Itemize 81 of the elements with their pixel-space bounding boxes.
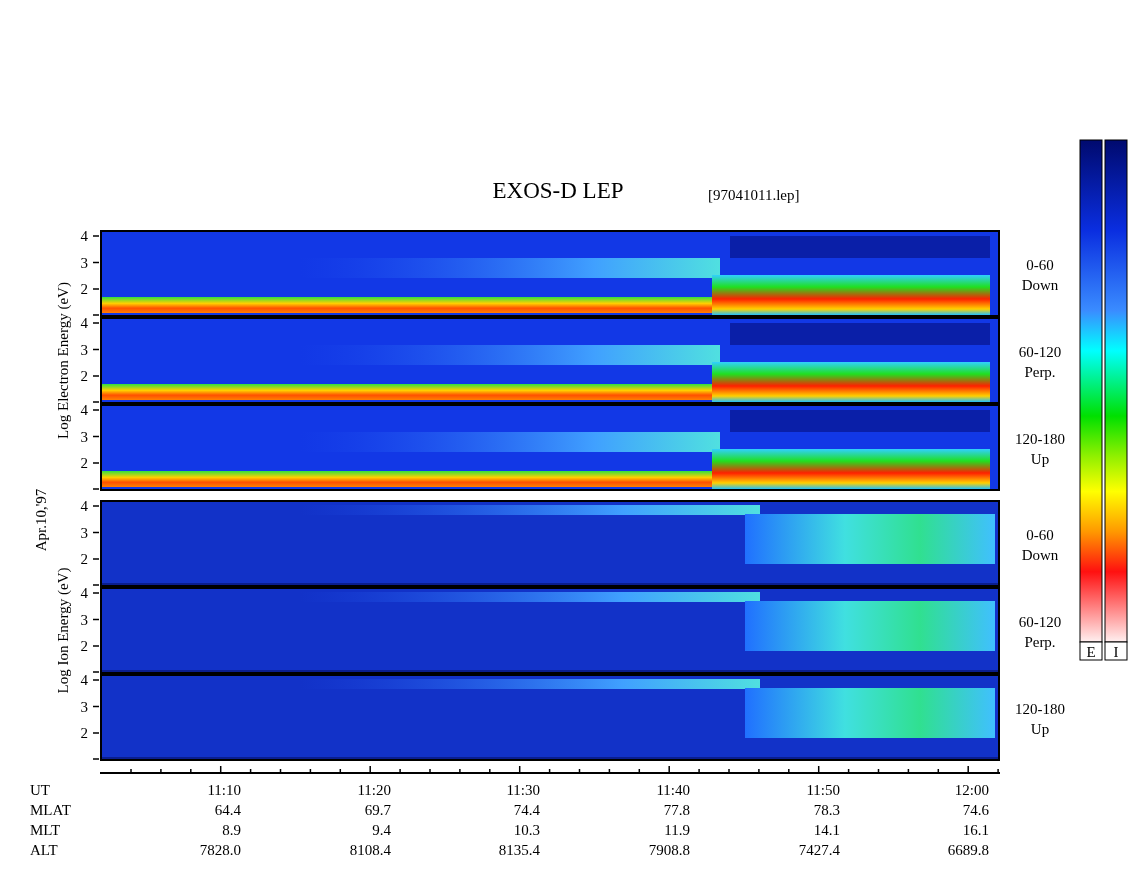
y-tick-label: 2 bbox=[80, 725, 88, 741]
color-scale-label: I bbox=[1113, 644, 1119, 660]
tick-mark bbox=[92, 618, 100, 621]
tick-mark bbox=[92, 375, 100, 377]
axis-value: 77.8 bbox=[663, 802, 690, 818]
tick-mark bbox=[92, 488, 100, 490]
axis-value: 11:40 bbox=[656, 782, 690, 798]
tick-mark bbox=[92, 705, 100, 708]
axis-value: 74.4 bbox=[513, 802, 540, 818]
y-tick-label: 4 bbox=[80, 315, 88, 331]
axis-value: 11:20 bbox=[357, 782, 391, 798]
y-tick-label: 2 bbox=[80, 455, 88, 471]
axis-value: 10.3 bbox=[513, 822, 540, 838]
row-label: MLAT bbox=[30, 802, 71, 818]
tick-mark bbox=[92, 732, 100, 734]
axis-value: 16.1 bbox=[962, 822, 989, 838]
pitch-angle-label: 120-180 bbox=[1015, 701, 1065, 717]
y-tick-label: 3 bbox=[80, 611, 88, 628]
axis-value: 74.6 bbox=[962, 802, 989, 818]
y-tick-label: 4 bbox=[80, 228, 88, 244]
row-label: MLT bbox=[30, 822, 61, 838]
tick-mark bbox=[92, 261, 100, 264]
direction-label: Up bbox=[1030, 451, 1050, 467]
tick-mark bbox=[92, 645, 100, 647]
axis-value: 8135.4 bbox=[498, 842, 540, 858]
y-tick-label: 2 bbox=[80, 281, 88, 297]
axis-value: 7908.8 bbox=[648, 842, 690, 858]
y-tick-label: 4 bbox=[80, 672, 88, 688]
y-tick-label: 2 bbox=[80, 638, 88, 654]
date-label: Apr.10,'97 bbox=[33, 488, 49, 552]
axis-value: 78.3 bbox=[813, 802, 840, 818]
y-tick-label: 2 bbox=[80, 368, 88, 384]
tick-mark bbox=[92, 235, 100, 237]
plot-title: EXOS-D LEP bbox=[492, 178, 624, 203]
tick-mark bbox=[92, 505, 100, 507]
axis-value: 7828.0 bbox=[199, 842, 241, 858]
pitch-angle-label: 60-120 bbox=[1018, 614, 1062, 630]
axis-value: 8.9 bbox=[222, 822, 241, 838]
y-tick-label: 4 bbox=[80, 498, 88, 514]
file-name: [97041011.lep] bbox=[708, 187, 800, 203]
axis-value: 11:10 bbox=[207, 782, 241, 798]
direction-label: Down bbox=[1021, 277, 1059, 293]
pitch-angle-label: 0-60 bbox=[1026, 527, 1054, 543]
y-tick-label: 3 bbox=[80, 428, 88, 445]
tick-mark bbox=[92, 558, 100, 560]
tick-mark bbox=[92, 758, 100, 760]
tick-mark bbox=[92, 348, 100, 351]
direction-label: Up bbox=[1030, 721, 1050, 737]
y-tick-label: 3 bbox=[80, 341, 88, 358]
axis-value: 69.7 bbox=[364, 802, 391, 818]
y-axis-label: Log Electron Energy (eV) bbox=[55, 282, 71, 439]
row-label: UT bbox=[30, 782, 50, 798]
y-tick-label: 2 bbox=[80, 551, 88, 567]
axis-value: 8108.4 bbox=[349, 842, 391, 858]
pitch-angle-label: 120-180 bbox=[1015, 431, 1065, 447]
direction-label: Perp. bbox=[1024, 364, 1056, 380]
y-tick-label: 3 bbox=[80, 698, 88, 715]
direction-label: Down bbox=[1021, 547, 1059, 563]
axis-value: 11.9 bbox=[664, 822, 690, 838]
axis-value: 11:50 bbox=[806, 782, 840, 798]
direction-label: Perp. bbox=[1024, 634, 1056, 650]
y-tick-label: 3 bbox=[80, 524, 88, 541]
tick-mark bbox=[92, 531, 100, 534]
row-label: ALT bbox=[30, 842, 58, 858]
axis-value: 6689.8 bbox=[947, 842, 989, 858]
axis-value: 9.4 bbox=[372, 822, 391, 838]
y-tick-label: 4 bbox=[80, 585, 88, 601]
axis-value: 14.1 bbox=[813, 822, 840, 838]
axis-value: 11:30 bbox=[506, 782, 540, 798]
y-tick-label: 4 bbox=[80, 402, 88, 418]
y-axis-label: Log Ion Energy (eV) bbox=[55, 567, 71, 694]
tick-mark bbox=[92, 435, 100, 438]
color-scale-label: E bbox=[1086, 644, 1096, 660]
pitch-angle-label: 0-60 bbox=[1026, 257, 1054, 273]
axis-value: 64.4 bbox=[214, 802, 241, 818]
axis-value: 7427.4 bbox=[798, 842, 840, 858]
y-tick-label: 3 bbox=[80, 254, 88, 271]
tick-mark bbox=[92, 288, 100, 290]
pitch-angle-label: 60-120 bbox=[1018, 344, 1062, 360]
axis-value: 12:00 bbox=[954, 782, 989, 798]
tick-mark bbox=[92, 462, 100, 464]
